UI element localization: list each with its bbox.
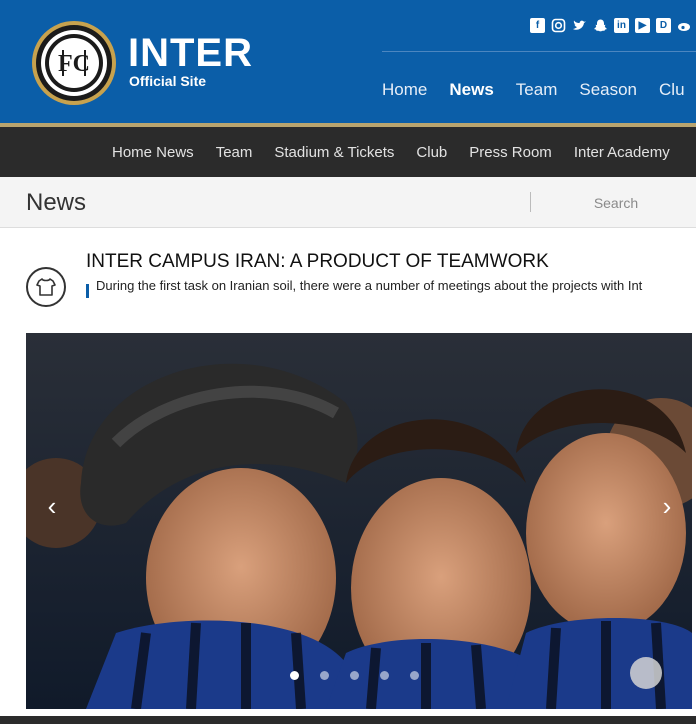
site-header: FC INTER Official Site f in ▶ D Home New… bbox=[0, 0, 696, 123]
facebook-icon[interactable]: f bbox=[530, 18, 545, 33]
youtube-icon[interactable]: ▶ bbox=[635, 18, 650, 33]
weibo-icon[interactable] bbox=[677, 18, 692, 33]
excerpt-accent-bar bbox=[86, 284, 89, 298]
dailymotion-icon[interactable]: D bbox=[656, 18, 671, 33]
main-nav-home[interactable]: Home bbox=[382, 80, 427, 100]
snapchat-icon[interactable] bbox=[593, 18, 608, 33]
brand-subtitle: Official Site bbox=[129, 73, 207, 89]
hero-image bbox=[26, 333, 692, 709]
carousel-dot[interactable] bbox=[290, 671, 299, 680]
search-divider bbox=[530, 192, 531, 212]
carousel-dot[interactable] bbox=[410, 671, 419, 680]
inter-logo[interactable]: FC bbox=[32, 21, 116, 105]
main-nav-news[interactable]: News bbox=[449, 80, 493, 100]
chevron-right-icon[interactable]: › bbox=[657, 491, 677, 521]
carousel-dots bbox=[290, 671, 419, 680]
section-bar: News bbox=[0, 177, 696, 228]
instagram-icon[interactable] bbox=[551, 18, 566, 33]
main-nav: Home News Team Season Clu bbox=[382, 80, 696, 100]
carousel-dot[interactable] bbox=[350, 671, 359, 680]
sub-nav: Home News Team Stadium & Tickets Club Pr… bbox=[0, 127, 696, 177]
subnav-press-room[interactable]: Press Room bbox=[469, 144, 552, 161]
carousel-dot[interactable] bbox=[380, 671, 389, 680]
page-title: News bbox=[26, 189, 87, 216]
article-title[interactable]: INTER CAMPUS IRAN: A PRODUCT OF TEAMWORK bbox=[86, 251, 549, 273]
carousel-dot[interactable] bbox=[320, 671, 329, 680]
main-nav-season[interactable]: Season bbox=[579, 80, 637, 100]
linkedin-icon[interactable]: in bbox=[614, 18, 629, 33]
brand-name[interactable]: INTER bbox=[128, 33, 253, 73]
twitter-icon[interactable] bbox=[572, 18, 587, 33]
main-nav-team[interactable]: Team bbox=[516, 80, 558, 100]
subnav-team[interactable]: Team bbox=[216, 144, 253, 161]
subnav-club[interactable]: Club bbox=[416, 144, 447, 161]
subnav-stadium-tickets[interactable]: Stadium & Tickets bbox=[274, 144, 394, 161]
main-nav-club[interactable]: Clu bbox=[659, 80, 685, 100]
subnav-home-news[interactable]: Home News bbox=[112, 144, 194, 161]
header-divider bbox=[382, 51, 696, 52]
article-excerpt: During the first task on Iranian soil, t… bbox=[96, 278, 643, 293]
social-links: f in ▶ D bbox=[530, 18, 692, 38]
shirt-icon bbox=[26, 267, 66, 307]
chevron-left-icon[interactable]: ‹ bbox=[42, 491, 62, 521]
search-input[interactable] bbox=[546, 191, 686, 215]
subnav-inter-academy[interactable]: Inter Academy bbox=[574, 144, 670, 161]
hero-carousel[interactable]: ‹ › bbox=[26, 333, 692, 709]
bottom-strip bbox=[0, 716, 696, 724]
